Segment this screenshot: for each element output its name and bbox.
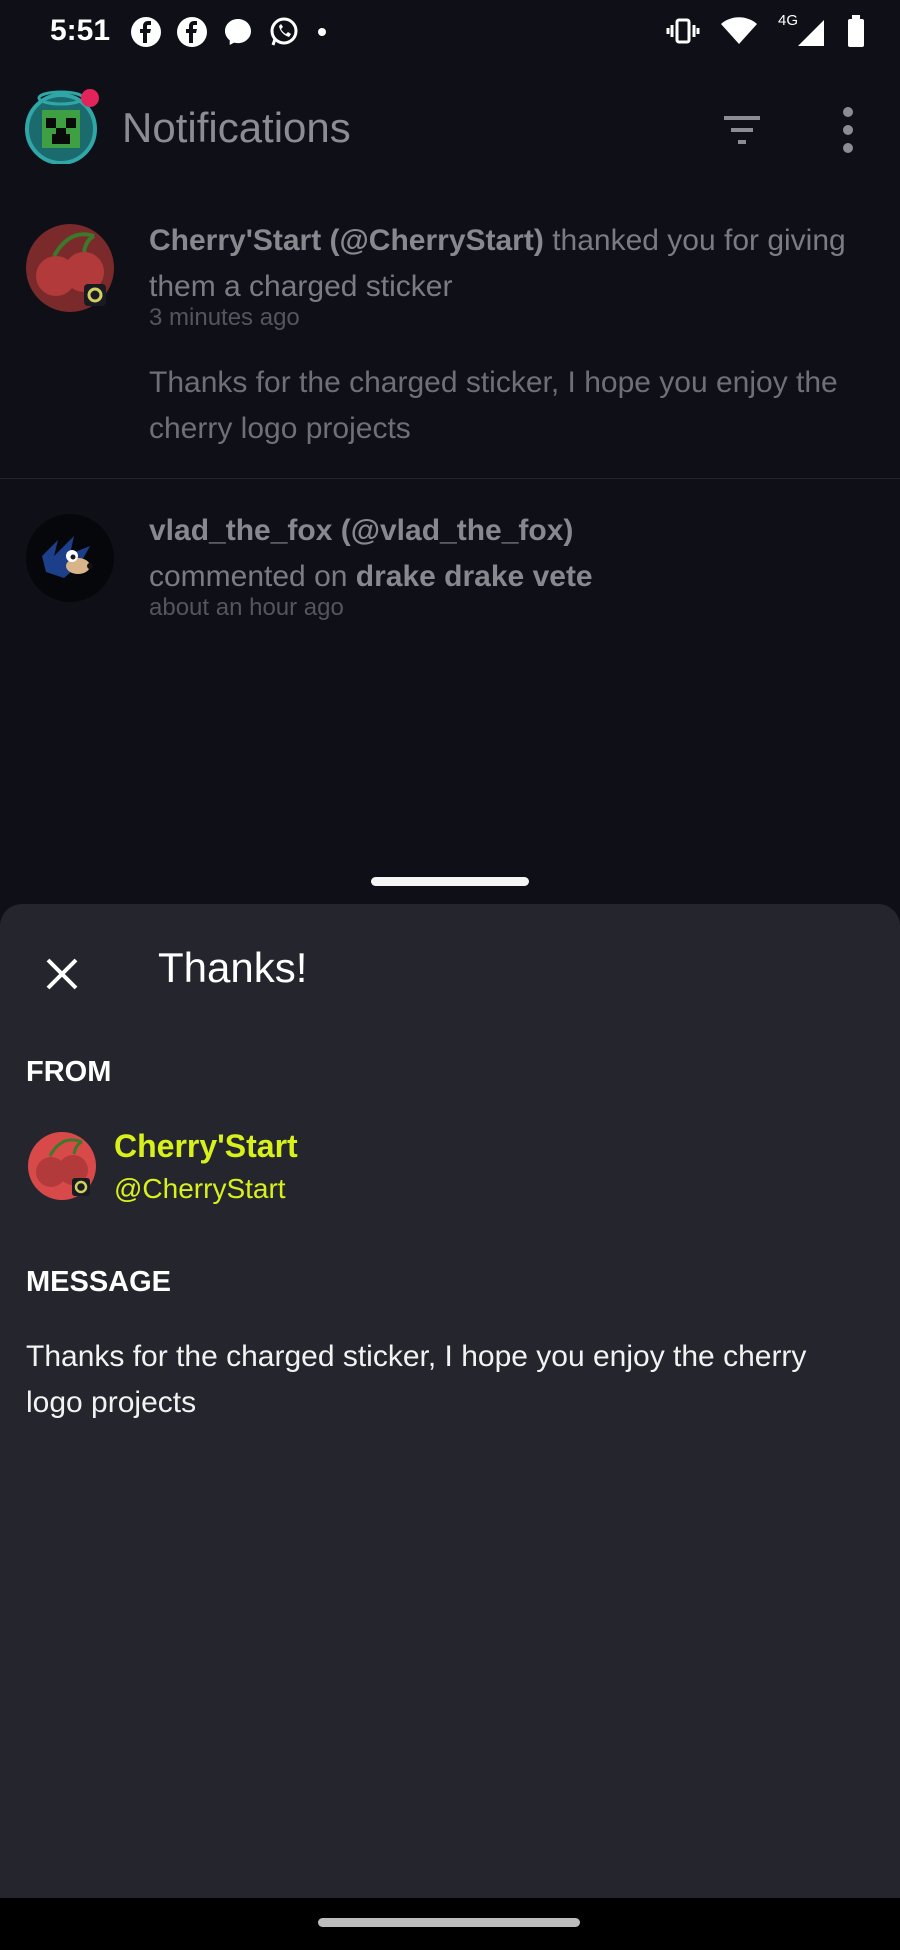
sender-name[interactable]: Cherry'Start bbox=[114, 1128, 298, 1165]
system-icons: 4G bbox=[666, 12, 866, 48]
battery-icon bbox=[848, 15, 864, 47]
status-bar: 5:51 4G bbox=[0, 0, 900, 66]
vibrate-icon bbox=[666, 18, 700, 44]
notification-time: 3 minutes ago bbox=[149, 304, 300, 331]
facebook-icon bbox=[131, 17, 161, 47]
more-options-icon[interactable] bbox=[832, 104, 864, 156]
sheet-drag-handle[interactable] bbox=[371, 877, 529, 886]
user-name[interactable]: vlad_the_fox bbox=[149, 514, 332, 547]
notification-icons bbox=[130, 16, 330, 48]
messenger-icon bbox=[225, 19, 251, 45]
notification-item[interactable]: Cherry'Start (@CherryStart) thanked you … bbox=[0, 210, 900, 479]
user-avatar[interactable] bbox=[24, 512, 116, 604]
cellular-signal-icon bbox=[798, 20, 824, 46]
network-type-label: 4G bbox=[778, 12, 799, 29]
user-name[interactable]: Cherry'Start bbox=[149, 224, 321, 257]
sender-handle[interactable]: @CherryStart bbox=[114, 1173, 286, 1205]
home-gesture-pill[interactable] bbox=[318, 1918, 580, 1927]
message-body: Thanks for the charged sticker, I hope y… bbox=[26, 1340, 807, 1419]
user-handle: (@vlad_the_fox) bbox=[340, 514, 574, 547]
from-label: FROM bbox=[26, 1056, 112, 1088]
message-label: MESSAGE bbox=[26, 1266, 172, 1298]
notification-item[interactable]: vlad_the_fox (@vlad_the_fox) commented o… bbox=[0, 500, 900, 640]
wifi-icon bbox=[721, 17, 757, 44]
whatsapp-icon bbox=[270, 17, 298, 46]
notification-action: commented on bbox=[149, 560, 348, 593]
close-icon[interactable] bbox=[40, 952, 84, 996]
project-link[interactable]: drake drake vete bbox=[356, 560, 593, 593]
notification-time: about an hour ago bbox=[149, 594, 344, 621]
notification-text: Cherry'Start (@CherryStart) thanked you … bbox=[149, 218, 879, 310]
app-bar: Notifications bbox=[0, 66, 900, 196]
cellular-signal: 4G bbox=[778, 12, 826, 48]
user-handle: (@CherryStart) bbox=[329, 224, 544, 257]
thanks-bottom-sheet: Thanks! FROM Cherry'Start @CherryStart M… bbox=[0, 904, 900, 1898]
facebook-icon bbox=[177, 17, 207, 47]
sheet-title: Thanks! bbox=[158, 944, 308, 991]
profile-avatar[interactable] bbox=[22, 86, 100, 164]
system-nav-bar bbox=[0, 1898, 900, 1950]
user-avatar[interactable] bbox=[24, 222, 116, 314]
filter-icon[interactable] bbox=[718, 106, 766, 154]
sender-avatar[interactable] bbox=[26, 1130, 98, 1202]
more-notifications-dot-icon bbox=[318, 28, 326, 36]
status-time: 5:51 bbox=[50, 14, 111, 47]
notification-message: Thanks for the charged sticker, I hope y… bbox=[149, 366, 838, 445]
page-title: Notifications bbox=[122, 104, 351, 151]
notification-text: vlad_the_fox (@vlad_the_fox) commented o… bbox=[149, 508, 879, 600]
